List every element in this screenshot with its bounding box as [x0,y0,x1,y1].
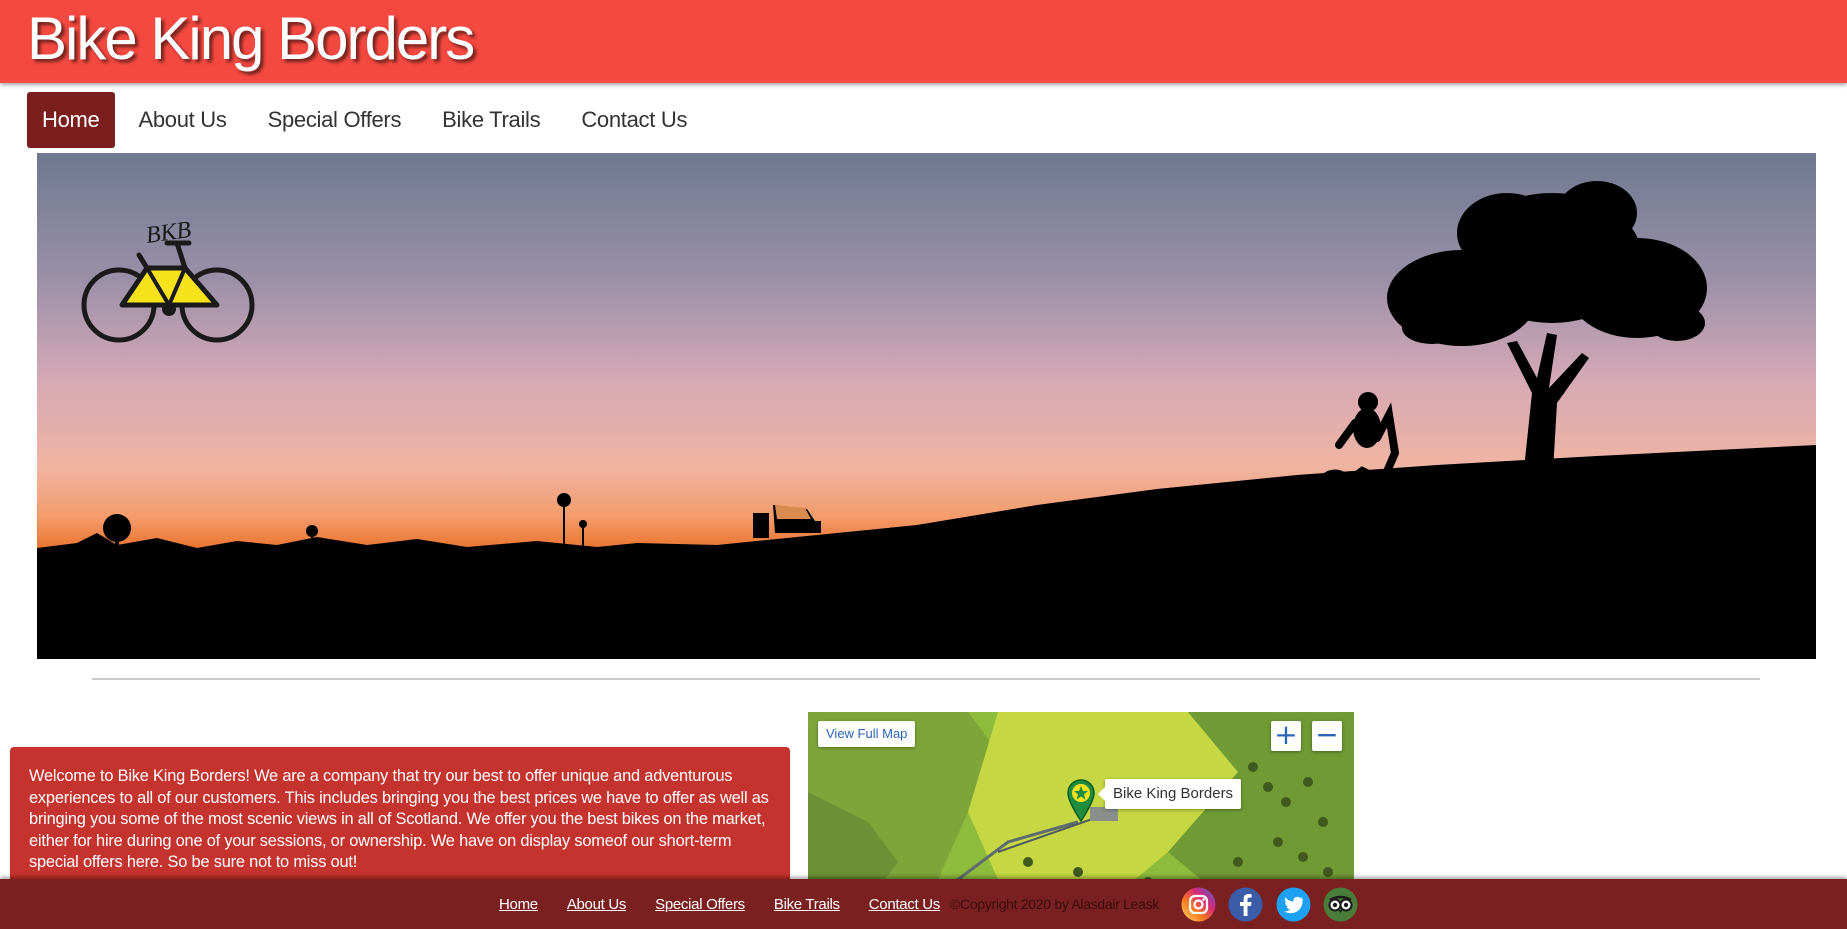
nav-special-offers[interactable]: Special Offers [251,92,419,148]
zoom-in-button[interactable]: + [1271,721,1301,751]
welcome-text: Welcome to Bike King Borders! We are a c… [29,767,769,871]
nav-home[interactable]: Home [27,92,115,148]
hero-banner: BKB [37,153,1816,659]
nav-about-us[interactable]: About Us [122,92,244,148]
instagram-icon[interactable] [1181,887,1216,922]
welcome-panel: Welcome to Bike King Borders! We are a c… [10,747,790,897]
tripadvisor-icon[interactable] [1323,887,1358,922]
main-nav: Home About Us Special Offers Bike Trails… [27,92,711,148]
nav-contact-us[interactable]: Contact Us [564,92,704,148]
footer-link-special-offers[interactable]: Special Offers [655,896,745,913]
section-divider [92,678,1760,680]
site-header: Bike King Borders [0,0,1847,83]
nav-bike-trails[interactable]: Bike Trails [425,92,557,148]
copyright-text: ©Copyright 2020 by Alasdair Leask [950,896,1159,912]
location-map[interactable]: Bike King Borders View Full Map + − [808,712,1354,902]
site-footer: Home About Us Special Offers Bike Trails… [0,879,1847,929]
twitter-icon[interactable] [1276,887,1311,922]
footer-link-about-us[interactable]: About Us [567,896,627,913]
site-title: Bike King Borders [27,5,475,72]
footer-link-contact-us[interactable]: Contact Us [869,896,941,913]
view-full-map-button[interactable]: View Full Map [818,721,916,747]
hero-image: BKB [37,153,1816,659]
footer-link-bike-trails[interactable]: Bike Trails [774,896,840,913]
map-location-label: Bike King Borders [1097,779,1242,809]
footer-link-home[interactable]: Home [499,896,538,913]
facebook-icon[interactable] [1228,887,1263,922]
zoom-out-button[interactable]: − [1312,721,1342,751]
footer-nav: Home About Us Special Offers Bike Trails… [499,879,969,929]
